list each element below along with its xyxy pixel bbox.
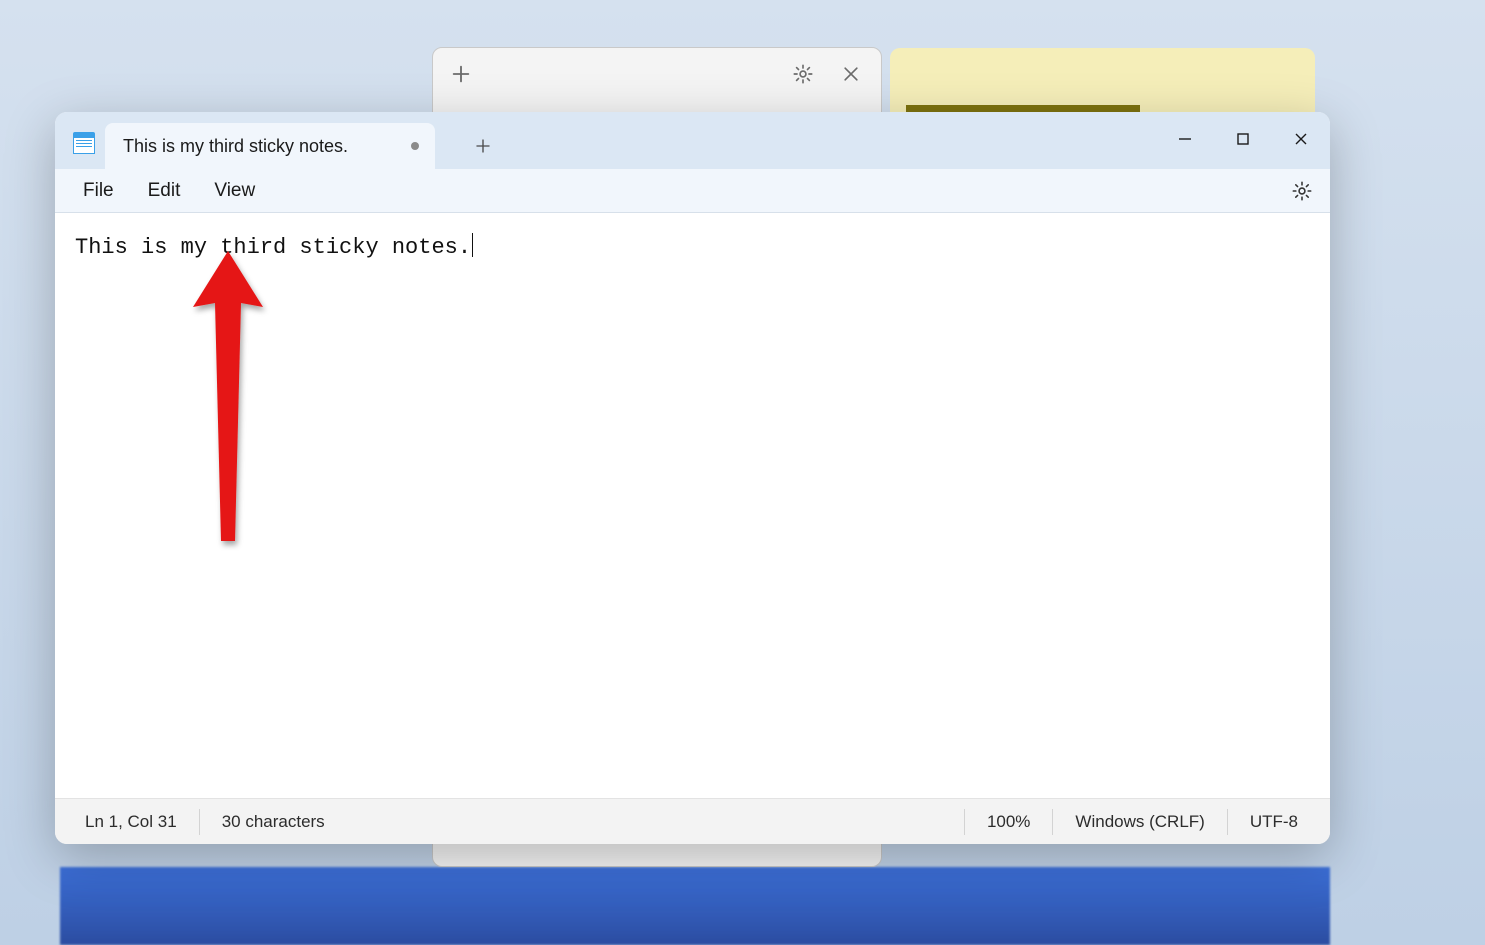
unsaved-indicator-icon bbox=[411, 142, 419, 150]
close-button[interactable] bbox=[1272, 117, 1330, 161]
notepad-window: This is my third sticky notes. File Edit… bbox=[55, 112, 1330, 844]
status-encoding[interactable]: UTF-8 bbox=[1227, 809, 1320, 835]
annotation-arrow-icon bbox=[183, 251, 273, 551]
status-line-ending[interactable]: Windows (CRLF) bbox=[1052, 809, 1226, 835]
new-note-button[interactable] bbox=[447, 60, 475, 88]
notepad-editor[interactable]: This is my third sticky notes. bbox=[55, 213, 1330, 798]
sticky-notes-titlebar bbox=[433, 48, 881, 100]
notepad-menubar: File Edit View bbox=[55, 169, 1330, 213]
maximize-button[interactable] bbox=[1214, 117, 1272, 161]
text-caret bbox=[472, 233, 473, 257]
notepad-titlebar[interactable]: This is my third sticky notes. bbox=[55, 112, 1330, 169]
menu-view[interactable]: View bbox=[200, 176, 269, 206]
notepad-app-icon bbox=[73, 132, 95, 154]
windows-taskbar bbox=[60, 867, 1330, 945]
minimize-button[interactable] bbox=[1156, 117, 1214, 161]
notepad-settings-button[interactable] bbox=[1284, 173, 1320, 209]
editor-text-content: This is my third sticky notes. bbox=[75, 235, 471, 260]
notepad-tab-active[interactable]: This is my third sticky notes. bbox=[105, 123, 435, 169]
notepad-statusbar: Ln 1, Col 31 30 characters 100% Windows … bbox=[55, 798, 1330, 844]
new-tab-button[interactable] bbox=[463, 126, 503, 166]
sticky-notes-settings-button[interactable] bbox=[787, 58, 819, 90]
sticky-notes-close-button[interactable] bbox=[835, 58, 867, 90]
status-char-count: 30 characters bbox=[199, 809, 347, 835]
menu-edit[interactable]: Edit bbox=[134, 176, 195, 206]
status-zoom[interactable]: 100% bbox=[964, 809, 1052, 835]
status-cursor-position: Ln 1, Col 31 bbox=[65, 809, 199, 835]
menu-file[interactable]: File bbox=[69, 176, 128, 206]
notepad-tab-title: This is my third sticky notes. bbox=[123, 136, 399, 157]
